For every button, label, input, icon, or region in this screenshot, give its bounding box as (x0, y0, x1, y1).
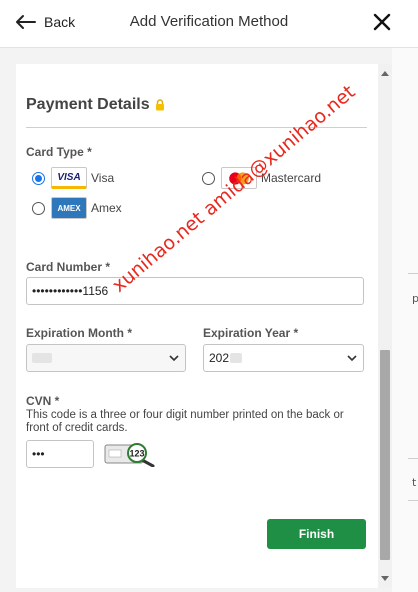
payment-panel: Payment Details Card Type * VISA Visa Ma… (16, 64, 378, 588)
scroll-thumb[interactable] (380, 350, 390, 560)
card-type-option-visa[interactable]: VISA Visa (32, 167, 114, 189)
cvn-input[interactable]: ••• (26, 440, 94, 468)
finish-button[interactable]: Finish (267, 519, 366, 549)
lock-icon (155, 99, 164, 111)
dialog-title: Add Verification Method (129, 13, 289, 30)
edge-text: t (412, 476, 417, 489)
scroll-up-arrow-icon[interactable] (378, 66, 392, 80)
radio-visa[interactable] (32, 171, 45, 185)
edge-divider (408, 458, 418, 459)
cvn-card-magnifier-icon: 123 (104, 443, 155, 467)
chevron-down-icon (169, 355, 179, 362)
cvn-image-text: 123 (129, 449, 144, 459)
edge-text: p (412, 292, 418, 305)
expiration-year-label: Expiration Year * (203, 326, 299, 340)
expiration-month-label: Expiration Month * (26, 326, 132, 340)
radio-mastercard[interactable] (202, 171, 215, 185)
payment-details-heading: Payment Details (26, 96, 165, 114)
radio-label-mastercard: Mastercard (261, 171, 322, 185)
cvn-label: CVN * (26, 394, 60, 408)
expiration-month-select[interactable] (26, 344, 186, 372)
edge-divider (408, 500, 418, 501)
edge-divider (408, 273, 418, 274)
section-title-text: Payment Details (26, 96, 150, 113)
card-type-label: Card Type * (26, 145, 92, 159)
expiration-year-value: 202 (209, 351, 230, 365)
scroll-down-arrow-icon[interactable] (378, 572, 392, 586)
radio-label-visa: Visa (91, 171, 115, 185)
visa-logo-icon: VISA (51, 167, 87, 189)
expiration-year-select[interactable]: 202 (203, 344, 364, 372)
month-value-redacted (32, 353, 52, 363)
scrollbar[interactable] (378, 64, 392, 588)
radio-label-amex: Amex (91, 201, 122, 215)
card-type-option-amex[interactable]: AMEX Amex (32, 197, 122, 219)
top-bar: Back Add Verification Method (0, 0, 418, 48)
amex-logo-icon: AMEX (51, 197, 87, 219)
card-number-label: Card Number * (26, 260, 111, 274)
chevron-down-icon (347, 355, 357, 362)
backdrop-edge (392, 48, 418, 592)
year-value-redacted (230, 353, 243, 363)
cvn-help-text: This code is a three or four digit numbe… (26, 409, 344, 434)
card-number-input[interactable]: ••••••••••••1156 (26, 277, 364, 305)
close-icon[interactable] (372, 12, 392, 32)
radio-amex[interactable] (32, 201, 45, 215)
